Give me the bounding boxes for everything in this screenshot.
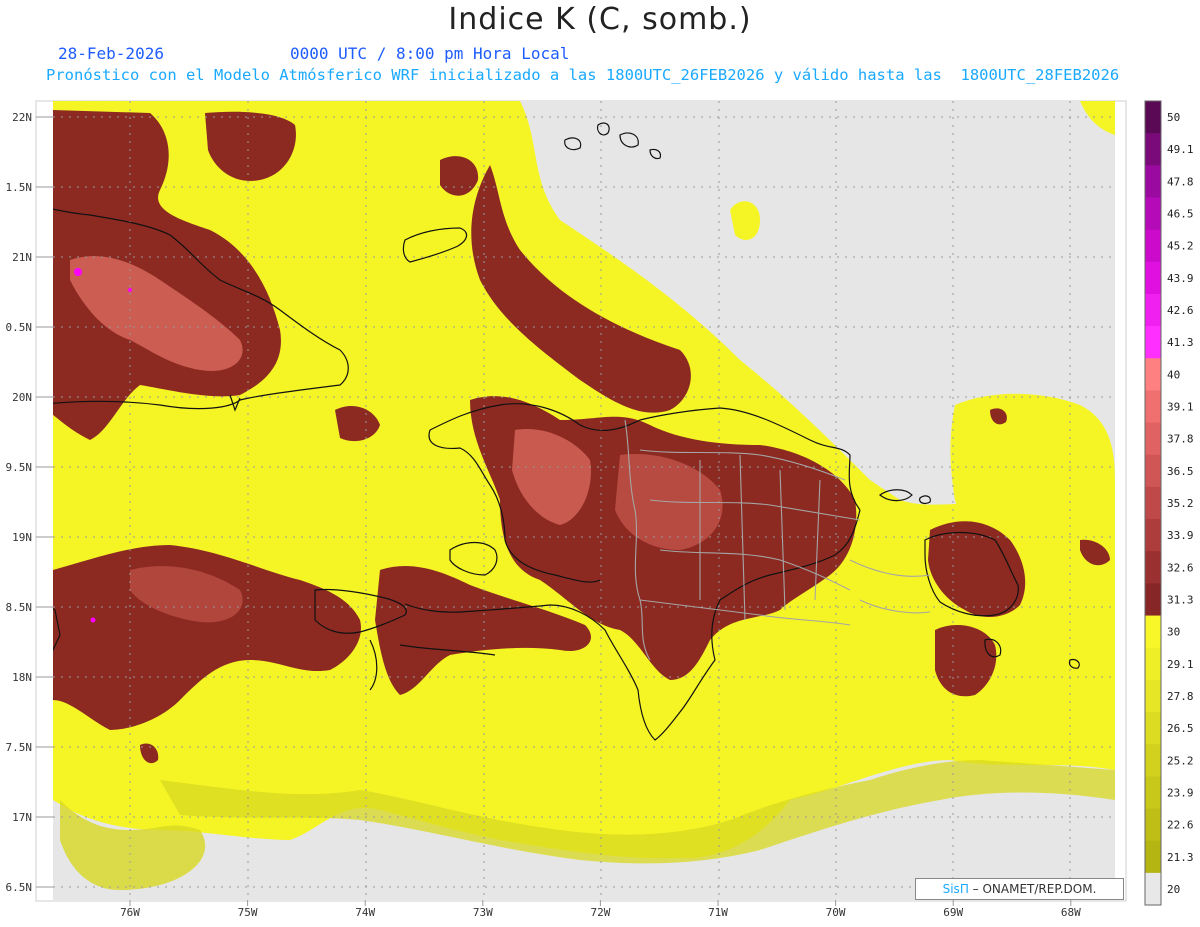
colorbar-label: 39.1 [1167, 401, 1194, 414]
colorbar-swatch [1145, 165, 1161, 198]
colorbar-swatch [1145, 647, 1161, 681]
longitude-label: 72W [590, 906, 610, 919]
colorbar-label: 20 [1167, 883, 1180, 896]
latitude-label: 17N [12, 811, 32, 824]
field-layer [53, 101, 1115, 900]
colorbar-label: 22.6 [1167, 819, 1194, 832]
colorbar-swatch [1145, 326, 1161, 359]
colorbar-label: 42.6 [1167, 304, 1194, 317]
longitude-label: 71W [708, 906, 728, 919]
latitude-label: 7.5N [6, 741, 33, 754]
latitude-label: 0.5N [6, 321, 33, 334]
latitude-label: 1.5N [6, 181, 33, 194]
credit-brand: SisΠ [942, 882, 969, 896]
colorbar-label: 41.3 [1167, 336, 1194, 349]
longitude-labels: 76W 75W 74W 73W 72W 71W 70W 69W 68W [120, 900, 1081, 919]
latitude-label: 19N [12, 531, 32, 544]
colorbar-label: 23.9 [1167, 786, 1194, 799]
credit-text: – ONAMET/REP.DOM. [972, 882, 1097, 896]
latitude-label: 8.5N [6, 601, 33, 614]
credit-box: SisΠ – ONAMET/REP.DOM. [915, 878, 1124, 900]
colorbar-label: 33.9 [1167, 529, 1194, 542]
colorbar-label: 37.8 [1167, 433, 1194, 446]
longitude-label: 73W [473, 906, 493, 919]
colorbar-swatch [1145, 422, 1161, 456]
colorbar-swatch [1145, 133, 1161, 166]
colorbar-swatch [1145, 293, 1161, 327]
colorbar-label: 29.1 [1167, 658, 1194, 671]
colorbar-swatch [1145, 808, 1161, 842]
colorbar-swatch [1145, 390, 1161, 424]
longitude-label: 76W [120, 906, 140, 919]
longitude-label: 75W [238, 906, 258, 919]
latitude-labels: 22N 1.5N 21N 0.5N 20N 9.5N 19N 8.5N 18N 7.5N 17N 6.… [6, 111, 53, 894]
colorbar-label: 26.5 [1167, 722, 1194, 735]
colorbar-label: 46.5 [1167, 208, 1194, 221]
colorbar-label: 43.9 [1167, 272, 1194, 285]
colorbar-label: 49.1 [1167, 143, 1194, 156]
colorbar-label: 36.5 [1167, 465, 1194, 478]
colorbar-label: 50 [1167, 111, 1180, 124]
longitude-label: 74W [355, 906, 375, 919]
colorbar-label: 40 [1167, 368, 1180, 381]
magenta-spot-sw [90, 617, 96, 623]
colorbar-swatch [1145, 872, 1161, 906]
longitude-label: 69W [943, 906, 963, 919]
colorbar-label: 32.6 [1167, 561, 1194, 574]
longitude-label: 70W [826, 906, 846, 919]
colorbar-swatch [1145, 615, 1161, 649]
longitude-label: 68W [1061, 906, 1081, 919]
colorbar-label: 35.2 [1167, 497, 1194, 510]
colorbar-swatch [1145, 583, 1161, 617]
colorbar-label: 30 [1167, 626, 1180, 639]
colorbar-label: 27.8 [1167, 690, 1194, 703]
colorbar-swatch [1145, 454, 1161, 488]
colorbar-swatch [1145, 197, 1161, 231]
colorbar-label: 47.8 [1167, 175, 1194, 188]
colorbar-swatch [1145, 679, 1161, 713]
colorbar-label: 45.2 [1167, 240, 1194, 253]
colorbar-swatch [1145, 776, 1161, 810]
magenta-spot-nw [74, 268, 82, 276]
colorbar-swatch [1145, 486, 1161, 520]
colorbar-swatch [1145, 229, 1161, 263]
k-index-map: 22N 1.5N 21N 0.5N 20N 9.5N 19N 8.5N 18N 7.5N 17N 6.… [6, 100, 1194, 919]
colorbar-swatch [1145, 519, 1161, 552]
colorbar-swatch [1145, 712, 1161, 745]
colorbar-label: 21.3 [1167, 851, 1194, 864]
latitude-label: 9.5N [6, 461, 33, 474]
latitude-label: 20N [12, 391, 32, 404]
colorbar-swatch [1145, 358, 1161, 391]
colorbar-swatch [1145, 101, 1161, 134]
magenta-spot-nw2 [128, 288, 132, 292]
latitude-label: 22N [12, 111, 32, 124]
colorbar: 50 49.1 47.8 46.5 45.2 43.9 42.6 41.3 40 39.1 37.8… [1144, 100, 1194, 906]
latitude-label: 21N [12, 251, 32, 264]
colorbar-swatch [1145, 261, 1161, 295]
colorbar-swatch [1145, 840, 1161, 874]
colorbar-swatch [1145, 551, 1161, 584]
colorbar-label: 25.2 [1167, 754, 1194, 767]
colorbar-swatch [1145, 744, 1161, 777]
colorbar-label: 31.3 [1167, 593, 1194, 606]
latitude-label: 6.5N [6, 881, 33, 894]
latitude-label: 18N [12, 671, 32, 684]
